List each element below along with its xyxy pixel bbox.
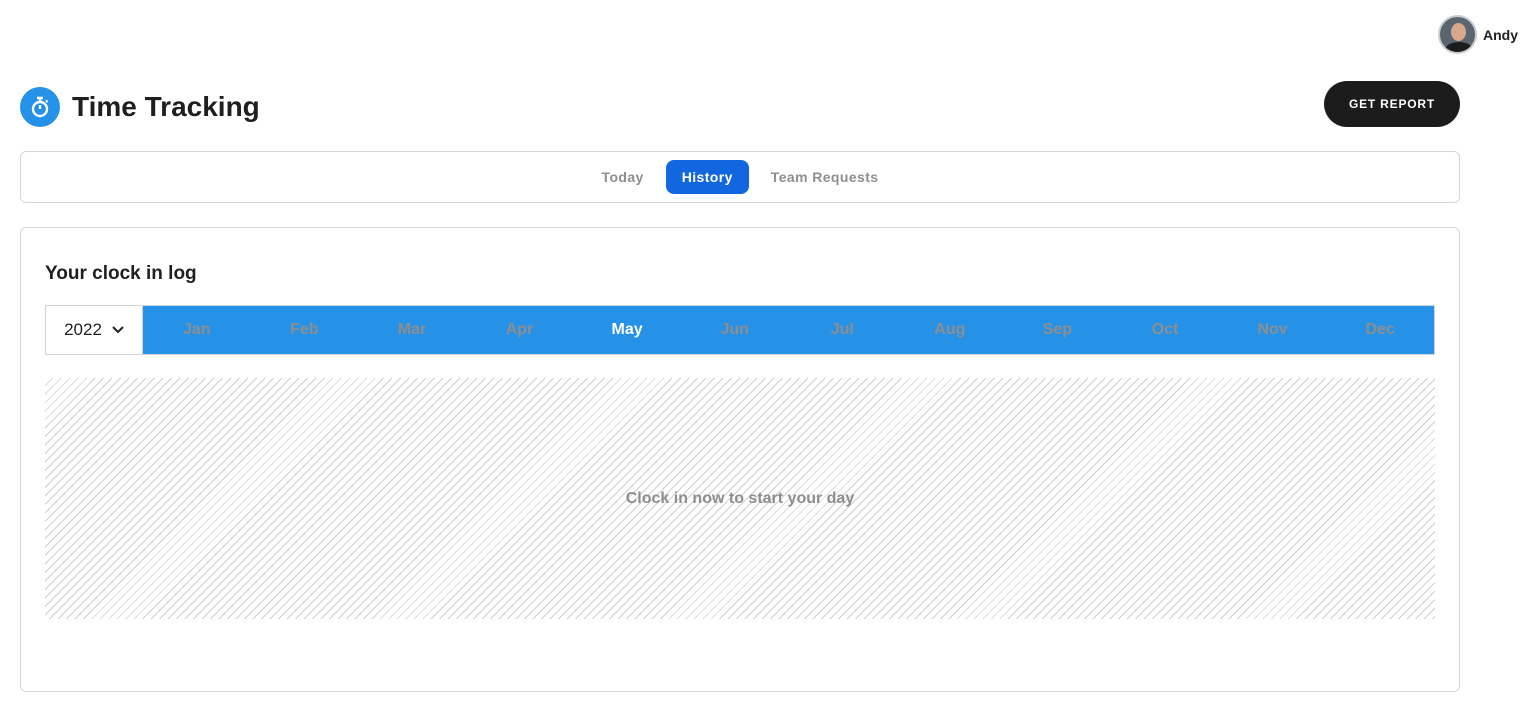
month-jul[interactable]: Jul bbox=[788, 306, 896, 354]
user-name: Andy bbox=[1483, 26, 1518, 43]
page-title: Time Tracking bbox=[72, 91, 260, 122]
month-may[interactable]: May bbox=[573, 306, 681, 354]
month-mar[interactable]: Mar bbox=[358, 306, 466, 354]
get-report-button[interactable]: GET REPORT bbox=[1324, 81, 1460, 127]
tab-team-requests[interactable]: Team Requests bbox=[755, 160, 895, 194]
month-jan[interactable]: Jan bbox=[143, 306, 251, 354]
tab-history[interactable]: History bbox=[665, 160, 749, 194]
card-title: Your clock in log bbox=[45, 263, 197, 284]
month-nov[interactable]: Nov bbox=[1219, 306, 1327, 354]
year-value: 2022 bbox=[64, 320, 102, 339]
month-oct[interactable]: Oct bbox=[1111, 306, 1219, 354]
user-menu[interactable]: Andy bbox=[1438, 15, 1518, 54]
chevron-down-icon bbox=[112, 326, 124, 334]
month-dec[interactable]: Dec bbox=[1326, 306, 1434, 354]
month-selector: Jan Feb Mar Apr May Jun Jul Aug Sep Oct Nov Dec bbox=[143, 305, 1435, 355]
tab-today[interactable]: Today bbox=[586, 160, 660, 194]
month-apr[interactable]: Apr bbox=[466, 306, 574, 354]
month-jun[interactable]: Jun bbox=[681, 306, 789, 354]
empty-state: Clock in now to start your day bbox=[45, 378, 1435, 619]
tab-bar: Today History Team Requests bbox=[20, 151, 1460, 203]
month-sep[interactable]: Sep bbox=[1004, 306, 1112, 354]
year-select[interactable]: 2022 bbox=[45, 305, 143, 355]
month-aug[interactable]: Aug bbox=[896, 306, 1004, 354]
avatar bbox=[1438, 15, 1477, 54]
stopwatch-icon bbox=[20, 87, 60, 127]
clock-in-log-card: Your clock in log 2022 Jan Feb Mar Apr May Ju… bbox=[20, 227, 1460, 692]
empty-message: Clock in now to start your day bbox=[625, 489, 855, 507]
month-feb[interactable]: Feb bbox=[251, 306, 359, 354]
